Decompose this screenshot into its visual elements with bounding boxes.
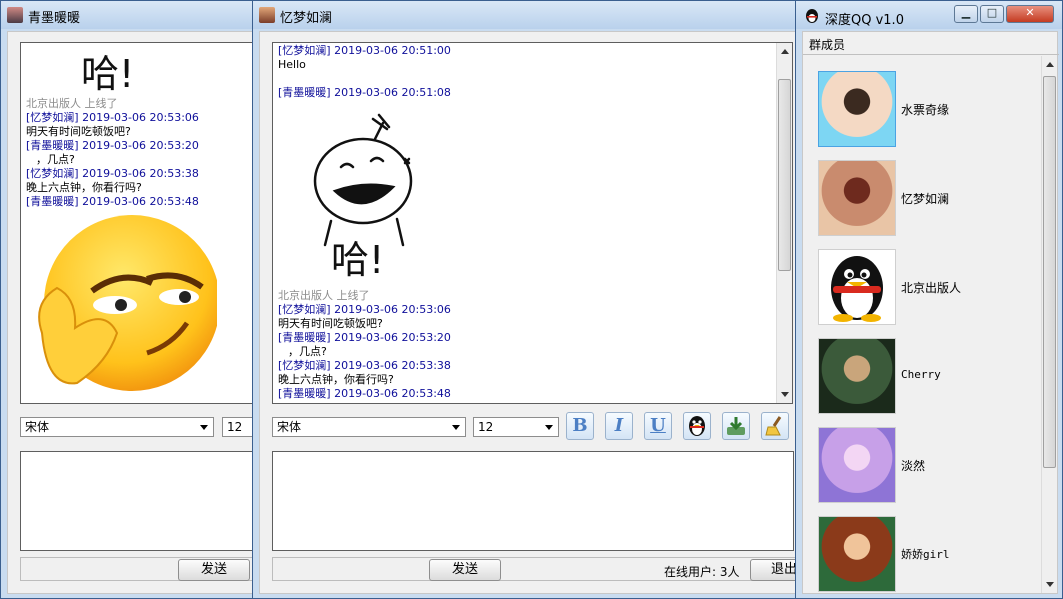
close-button[interactable]: ✕ bbox=[1006, 5, 1054, 23]
avatar[interactable] bbox=[818, 71, 896, 147]
main-window: 深度QQ v1.0 ▁ □ ✕ 群成员 水票奇缘忆梦如澜北京出版人 Cherry 淡… bbox=[795, 0, 1063, 599]
title-bar[interactable]: 青墨暖暖 bbox=[1, 1, 261, 29]
members-scrollbar[interactable] bbox=[1041, 56, 1057, 593]
message-history[interactable]: [忆梦如澜] 2019-03-06 20:51:00 Hello [青墨暖暖] 20… bbox=[272, 42, 793, 404]
message-header: [忆梦如澜] 2019-03-06 20:53:38 bbox=[278, 359, 451, 372]
chat-window-qingmo: 青墨暖暖 哈! 北京出版人 上线了 [忆梦如澜] 2019-03-06 20:53… bbox=[0, 0, 263, 599]
underline-button[interactable]: U bbox=[644, 412, 672, 440]
member-item[interactable]: 北京出版人 bbox=[818, 249, 1038, 329]
user-avatar-icon bbox=[259, 7, 275, 23]
broom-icon bbox=[765, 416, 782, 436]
scroll-thumb[interactable] bbox=[778, 79, 791, 271]
member-name: 北京出版人 bbox=[901, 281, 962, 295]
message-text: 明天有时间吃顿饭吧? bbox=[278, 317, 383, 330]
client-area: [忆梦如澜] 2019-03-06 20:51:00 Hello [青墨暖暖] 20… bbox=[259, 31, 802, 594]
ok-emoji-sticker bbox=[38, 215, 217, 391]
member-name: 淡然 bbox=[901, 459, 926, 473]
avatar[interactable] bbox=[818, 160, 896, 236]
font-family-select[interactable]: 宋体 bbox=[20, 417, 214, 437]
message-header: [忆梦如澜] 2019-03-06 20:53:06 bbox=[26, 111, 199, 124]
avatar[interactable] bbox=[818, 338, 896, 414]
group-members-header: 群成员 bbox=[809, 38, 846, 52]
font-size-select[interactable]: 12 bbox=[473, 417, 559, 437]
message-header: [忆梦如澜] 2019-03-06 20:53:06 bbox=[278, 303, 451, 316]
chat-window-yimeng: 忆梦如澜 [忆梦如澜] 2019-03-06 20:51:00 Hello [青墨暖… bbox=[252, 0, 802, 599]
title-bar[interactable]: 忆梦如澜 bbox=[253, 1, 799, 29]
online-users-label: 在线用户: 3人 bbox=[664, 565, 740, 579]
window-title: 青墨暖暖 bbox=[28, 11, 81, 26]
send-button[interactable]: 发送 bbox=[178, 559, 250, 581]
penguin-icon bbox=[689, 416, 705, 436]
message-history[interactable]: 哈! 北京出版人 上线了 [忆梦如澜] 2019-03-06 20:53:06 明天… bbox=[20, 42, 256, 404]
penguin-icon bbox=[831, 256, 883, 322]
penguin-icon bbox=[806, 9, 818, 23]
system-notice: 北京出版人 上线了 bbox=[278, 289, 370, 302]
message-header: [青墨暖暖] 2019-03-06 20:53:48 bbox=[26, 195, 199, 208]
message-header: [青墨暖暖] 2019-03-06 20:51:08 bbox=[278, 86, 451, 99]
scroll-down-icon[interactable] bbox=[781, 392, 789, 397]
message-text: ，几点? bbox=[288, 345, 327, 358]
member-name: 娇娇girl bbox=[901, 548, 950, 561]
italic-button[interactable]: I bbox=[605, 412, 633, 440]
scroll-up-icon[interactable] bbox=[1046, 62, 1054, 67]
divider bbox=[803, 54, 1059, 55]
window-title: 忆梦如澜 bbox=[280, 11, 333, 26]
message-text: 晚上六点钟，你看行吗? bbox=[26, 181, 142, 194]
sticker-text: 哈! bbox=[331, 238, 385, 282]
message-text: ，几点? bbox=[36, 153, 75, 166]
message-text: 晚上六点钟，你看行吗? bbox=[278, 373, 394, 386]
bold-button[interactable]: B bbox=[566, 412, 594, 440]
qq-penguin-button[interactable] bbox=[683, 412, 711, 440]
maximize-button[interactable]: □ bbox=[980, 5, 1004, 23]
sticker-text: 哈! bbox=[81, 52, 135, 96]
avatar[interactable] bbox=[818, 249, 896, 325]
font-size-value: 12 bbox=[478, 420, 494, 434]
send-button[interactable]: 发送 bbox=[429, 559, 501, 581]
member-item[interactable]: Cherry bbox=[818, 338, 1038, 418]
message-scrollbar[interactable] bbox=[776, 43, 792, 403]
window-title: 深度QQ v1.0 bbox=[825, 13, 904, 28]
message-header: [忆梦如澜] 2019-03-06 20:53:38 bbox=[26, 167, 199, 180]
minimize-button[interactable]: ▁ bbox=[954, 5, 978, 23]
scroll-up-icon[interactable] bbox=[781, 49, 789, 54]
message-header: [青墨暖暖] 2019-03-06 20:53:48 bbox=[278, 387, 451, 400]
message-header: [忆梦如澜] 2019-03-06 20:51:00 bbox=[278, 44, 451, 57]
message-input[interactable] bbox=[20, 451, 260, 551]
font-size-value: 12 bbox=[227, 420, 243, 434]
member-item[interactable]: 娇娇girl bbox=[818, 516, 1038, 596]
member-item[interactable]: 忆梦如澜 bbox=[818, 160, 1038, 240]
message-header: [青墨暖暖] 2019-03-06 20:53:20 bbox=[278, 331, 451, 344]
message-text: 明天有时间吃顿饭吧? bbox=[26, 125, 131, 138]
client-area: 哈! 北京出版人 上线了 [忆梦如澜] 2019-03-06 20:53:06 明天… bbox=[7, 31, 263, 594]
download-icon bbox=[727, 417, 745, 435]
font-family-value: 宋体 bbox=[25, 420, 50, 434]
message-input[interactable] bbox=[272, 451, 794, 551]
scroll-thumb[interactable] bbox=[1043, 76, 1056, 468]
chevron-down-icon bbox=[200, 425, 208, 430]
avatar[interactable] bbox=[818, 516, 896, 592]
user-avatar-icon bbox=[7, 7, 23, 23]
system-notice: 北京出版人 上线了 bbox=[26, 97, 118, 110]
member-name: Cherry bbox=[901, 368, 941, 381]
save-button[interactable] bbox=[722, 412, 750, 440]
member-name: 忆梦如澜 bbox=[901, 192, 950, 206]
clear-button[interactable] bbox=[761, 412, 789, 440]
message-header: [青墨暖暖] 2019-03-06 20:53:20 bbox=[26, 139, 199, 152]
title-bar[interactable]: 深度QQ v1.0 ▁ □ ✕ bbox=[796, 1, 1062, 29]
chevron-down-icon bbox=[545, 425, 553, 430]
font-family-select[interactable]: 宋体 bbox=[272, 417, 466, 437]
chevron-down-icon bbox=[452, 425, 460, 430]
member-item[interactable]: 淡然 bbox=[818, 427, 1038, 507]
member-name: 水票奇缘 bbox=[901, 103, 950, 117]
message-text: Hello bbox=[278, 58, 306, 71]
avatar[interactable] bbox=[818, 427, 896, 503]
font-family-value: 宋体 bbox=[277, 420, 302, 434]
scroll-down-icon[interactable] bbox=[1046, 582, 1054, 587]
member-item[interactable]: 水票奇缘 bbox=[818, 71, 1038, 151]
